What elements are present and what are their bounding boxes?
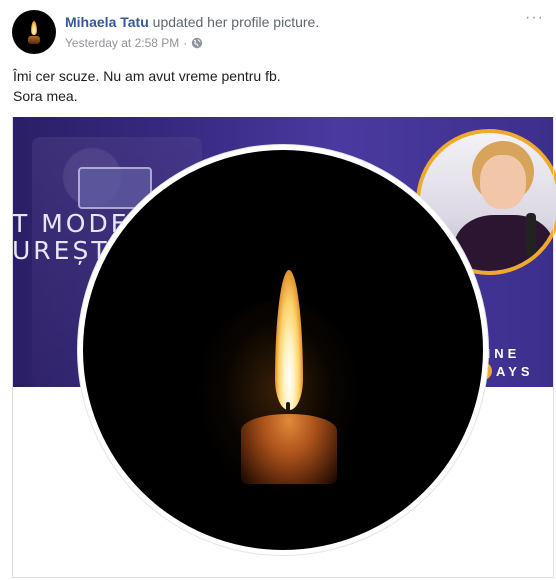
post-subline: Yesterday at 2:58 PM · [65,35,319,51]
author-avatar[interactable] [12,10,56,54]
post-meta: Mihaela Tatu updated her profile picture… [65,10,319,51]
candle-flame [275,270,303,410]
feed-post: Mihaela Tatu updated her profile picture… [0,0,556,580]
post-timestamp-link[interactable]: Yesterday at 2:58 PM [65,35,179,51]
post-message: Îmi cer scuze. Nu am avut vreme pentru f… [13,66,281,106]
post-header: Mihaela Tatu updated her profile picture… [12,10,319,54]
profile-picture[interactable] [78,145,488,555]
globe-icon[interactable] [191,37,203,49]
candle-photo [83,150,483,550]
post-message-line: Sora mea. [13,88,78,104]
separator-dot: · [183,36,188,50]
more-options-icon[interactable]: ··· [525,10,544,26]
avatar-candle-flame [31,21,37,35]
candle-icon [241,414,337,484]
avatar-candle-wax [28,36,40,44]
post-message-line: Îmi cer scuze. Nu am avut vreme pentru f… [13,68,281,84]
post-headline: Mihaela Tatu updated her profile picture… [65,13,319,31]
post-action-text: updated her profile picture. [152,14,320,30]
author-name-link[interactable]: Mihaela Tatu [65,14,149,30]
